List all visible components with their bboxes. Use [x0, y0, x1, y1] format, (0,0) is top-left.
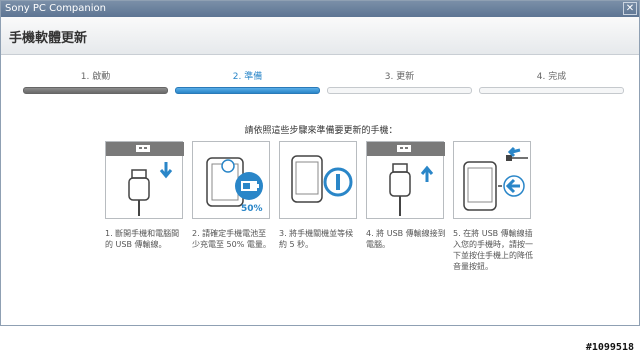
step-4-label: 4. 完成: [536, 72, 567, 82]
title-bar: Sony PC Companion ✕: [1, 1, 639, 17]
usb-unplug-icon: [106, 142, 184, 216]
page-title: 手機軟體更新: [9, 31, 88, 46]
step-card-2-caption: 2. 請確定手機電池至少充電至 50% 電量。: [192, 229, 271, 249]
step-card-2: 50%: [192, 141, 270, 219]
phone-power-icon: [291, 155, 353, 203]
step-3-label: 3. 更新: [384, 72, 415, 82]
app-window: Sony PC Companion ✕ 手機軟體更新 1. 啟動 2. 準備 3…: [0, 0, 640, 326]
step-card-5-caption: 5. 在將 USB 傳輸線插入您的手機時，請按一下並按住手機上的降低音量按鈕。: [453, 229, 533, 271]
step-card-3: [279, 141, 357, 219]
step-1-progress: [23, 87, 168, 94]
instruction-text: 請依照這些步驟來準備要更新的手機：: [244, 126, 398, 136]
step-card-1-caption: 1. 斷開手機和電腦間的 USB 傳輸線。: [105, 229, 180, 249]
window-title: Sony PC Companion: [5, 3, 106, 14]
close-button[interactable]: ✕: [623, 2, 637, 15]
phone-usb-connect-icon: [463, 146, 528, 211]
step-card-5: [453, 141, 531, 219]
battery-percent-label: 50%: [241, 204, 263, 214]
page-header: 手機軟體更新: [1, 17, 639, 55]
step-card-1: [105, 141, 184, 219]
step-card-4: [366, 141, 445, 219]
step-1-label: 1. 啟動: [80, 72, 111, 82]
step-3-progress: [327, 87, 472, 94]
step-card-4-caption: 4. 將 USB 傳輸線接到電腦。: [366, 229, 446, 249]
close-icon: ✕: [625, 3, 635, 14]
usb-plug-icon: [367, 142, 445, 216]
step-2-label: 2. 準備: [232, 72, 263, 82]
step-card-3-caption: 3. 將手機關機並等候約 5 秒。: [279, 229, 354, 249]
step-4-progress: [479, 87, 624, 94]
watermark-text: #1099518: [585, 342, 634, 353]
step-2-progress: [175, 87, 320, 94]
